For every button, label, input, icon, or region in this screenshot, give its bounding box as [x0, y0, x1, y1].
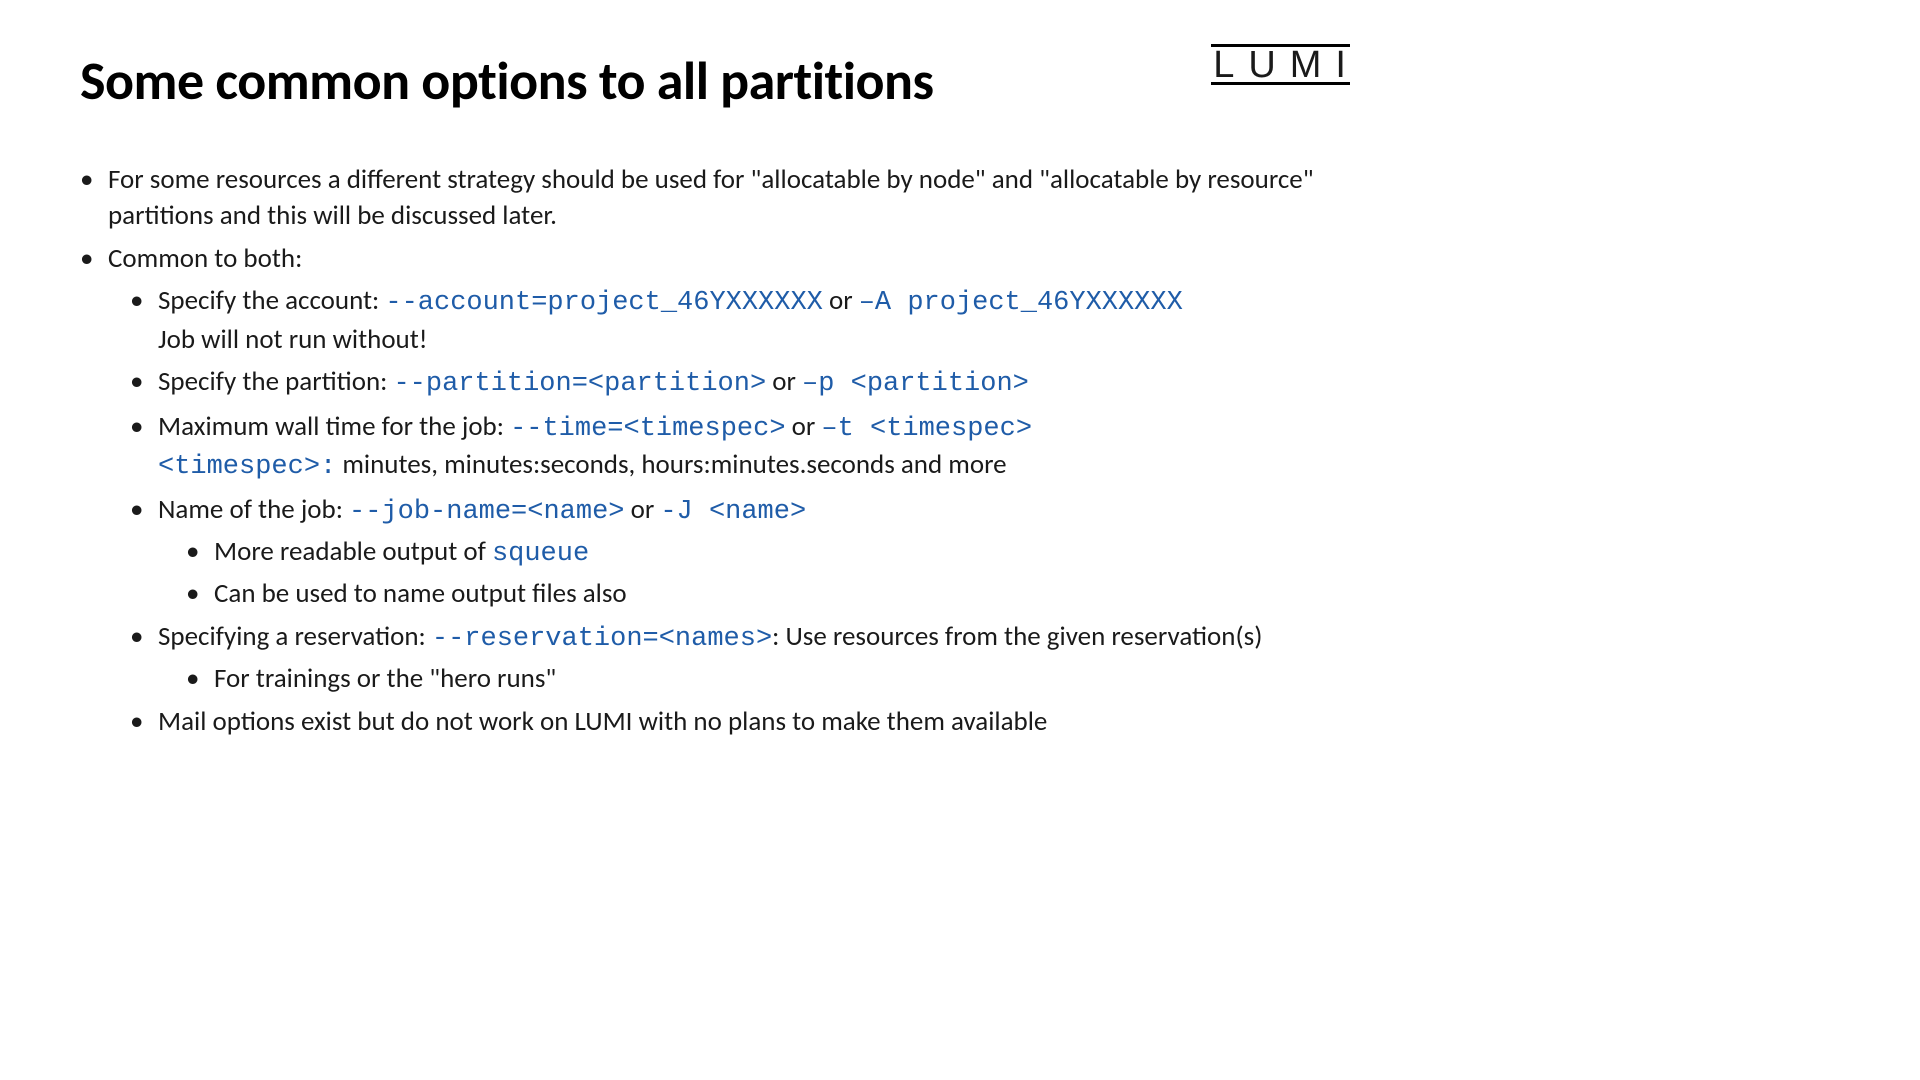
time-sub-text: minutes, minutes:seconds, hours:minutes.… [336, 448, 1006, 481]
bullet-common-text: Common to both: [108, 242, 302, 275]
jobname-sublist: More readable output of squeue Can be us… [158, 534, 1360, 613]
time-sub: <timespec>: minutes, minutes:seconds, ho… [158, 447, 1360, 485]
jobname-sub1-prefix: More readable output of [214, 535, 492, 568]
reservation-prefix: Specifying a reservation: [158, 620, 432, 653]
reservation-sublist: For trainings or the "hero runs" [158, 661, 1360, 697]
time-prefix: Maximum wall time for the job: [158, 410, 510, 443]
bullet-account: Specify the account: --account=project_4… [158, 283, 1360, 358]
bullet-mail: Mail options exist but do not work on LU… [158, 704, 1360, 740]
time-sub-code: <timespec>: [158, 452, 336, 482]
partition-prefix: Specify the partition: [158, 365, 393, 398]
jobname-prefix: Name of the job: [158, 493, 349, 526]
slide-title: Some common options to all partitions [80, 48, 934, 114]
jobname-sub1-code: squeue [492, 539, 589, 569]
bullet-intro: For some resources a different strategy … [108, 162, 1360, 235]
presentation-slide: Some common options to all partitions LU… [0, 0, 1440, 810]
bullet-common: Common to both: Specify the account: --a… [108, 241, 1360, 740]
slide-content: For some resources a different strategy … [80, 162, 1360, 740]
jobname-mid: or [624, 493, 660, 526]
partition-code1: --partition=<partition> [393, 369, 766, 399]
jobname-code2: -J <name> [660, 497, 806, 527]
reservation-code1: --reservation=<names> [432, 624, 772, 654]
bullet-list-level1: For some resources a different strategy … [80, 162, 1360, 740]
bullet-reservation: Specifying a reservation: --reservation=… [158, 619, 1360, 698]
bullet-time: Maximum wall time for the job: --time=<t… [158, 409, 1360, 486]
slide-header: Some common options to all partitions LU… [80, 48, 1360, 114]
account-sub: Job will not run without! [158, 322, 1360, 358]
jobname-code1: --job-name=<name> [349, 497, 624, 527]
account-code2: –A project_46YXXXXXX [859, 288, 1183, 318]
time-mid: or [786, 410, 822, 443]
bullet-partition: Specify the partition: --partition=<part… [158, 364, 1360, 402]
account-code1: --account=project_46YXXXXXX [385, 288, 822, 318]
account-mid: or [823, 284, 859, 317]
account-prefix: Specify the account: [158, 284, 385, 317]
jobname-sub2: Can be used to name output files also [214, 576, 1360, 612]
time-code2: –t <timespec> [821, 414, 1032, 444]
lumi-logo: LUMI [1213, 42, 1360, 89]
partition-code2: –p <partition> [802, 369, 1029, 399]
partition-mid: or [766, 365, 802, 398]
bullet-jobname: Name of the job: --job-name=<name> or -J… [158, 492, 1360, 613]
time-code1: --time=<timespec> [510, 414, 785, 444]
jobname-sub1: More readable output of squeue [214, 534, 1360, 572]
bullet-list-level2: Specify the account: --account=project_4… [108, 283, 1360, 740]
reservation-sub1: For trainings or the "hero runs" [214, 661, 1360, 697]
reservation-suffix: : Use resources from the given reservati… [772, 620, 1262, 653]
